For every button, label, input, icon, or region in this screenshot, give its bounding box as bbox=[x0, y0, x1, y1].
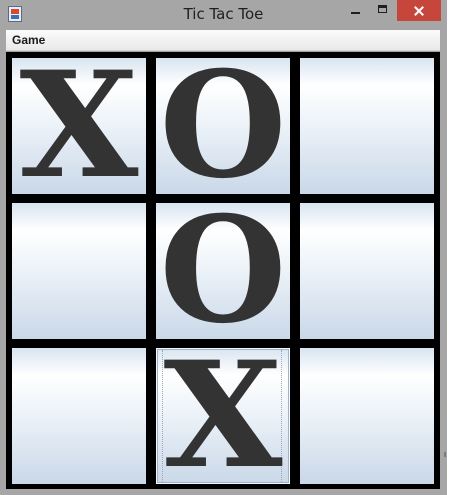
cell-mark: X bbox=[163, 348, 283, 484]
resize-grip[interactable] bbox=[444, 452, 446, 457]
cell-mark bbox=[300, 348, 434, 484]
board-cell-8[interactable]: X bbox=[156, 348, 290, 484]
title-bar[interactable]: Tic Tac Toe bbox=[0, 0, 447, 30]
cell-mark: O bbox=[159, 203, 287, 339]
board-cell-3[interactable] bbox=[300, 58, 434, 194]
maximize-icon[interactable] bbox=[369, 0, 397, 21]
cell-mark bbox=[12, 348, 146, 484]
menu-bar: Game bbox=[6, 30, 440, 51]
cell-mark bbox=[300, 58, 434, 194]
board-cell-1[interactable]: X bbox=[12, 58, 146, 194]
board-cell-9[interactable] bbox=[300, 348, 434, 484]
board-cell-2[interactable]: O bbox=[156, 58, 290, 194]
game-board: X O O X bbox=[6, 52, 440, 489]
cell-mark bbox=[300, 203, 434, 339]
cell-mark: O bbox=[159, 58, 287, 194]
board-cell-4[interactable] bbox=[12, 203, 146, 339]
board-cell-7[interactable] bbox=[12, 348, 146, 484]
minimize-icon[interactable] bbox=[341, 0, 369, 21]
cell-mark bbox=[12, 203, 146, 339]
board-cell-5[interactable]: O bbox=[156, 203, 290, 339]
board-cell-6[interactable] bbox=[300, 203, 434, 339]
menu-game[interactable]: Game bbox=[12, 33, 45, 47]
close-icon[interactable] bbox=[397, 0, 441, 21]
app-window: Tic Tac Toe Game X O O X bbox=[0, 0, 447, 495]
cell-mark: X bbox=[19, 58, 139, 194]
